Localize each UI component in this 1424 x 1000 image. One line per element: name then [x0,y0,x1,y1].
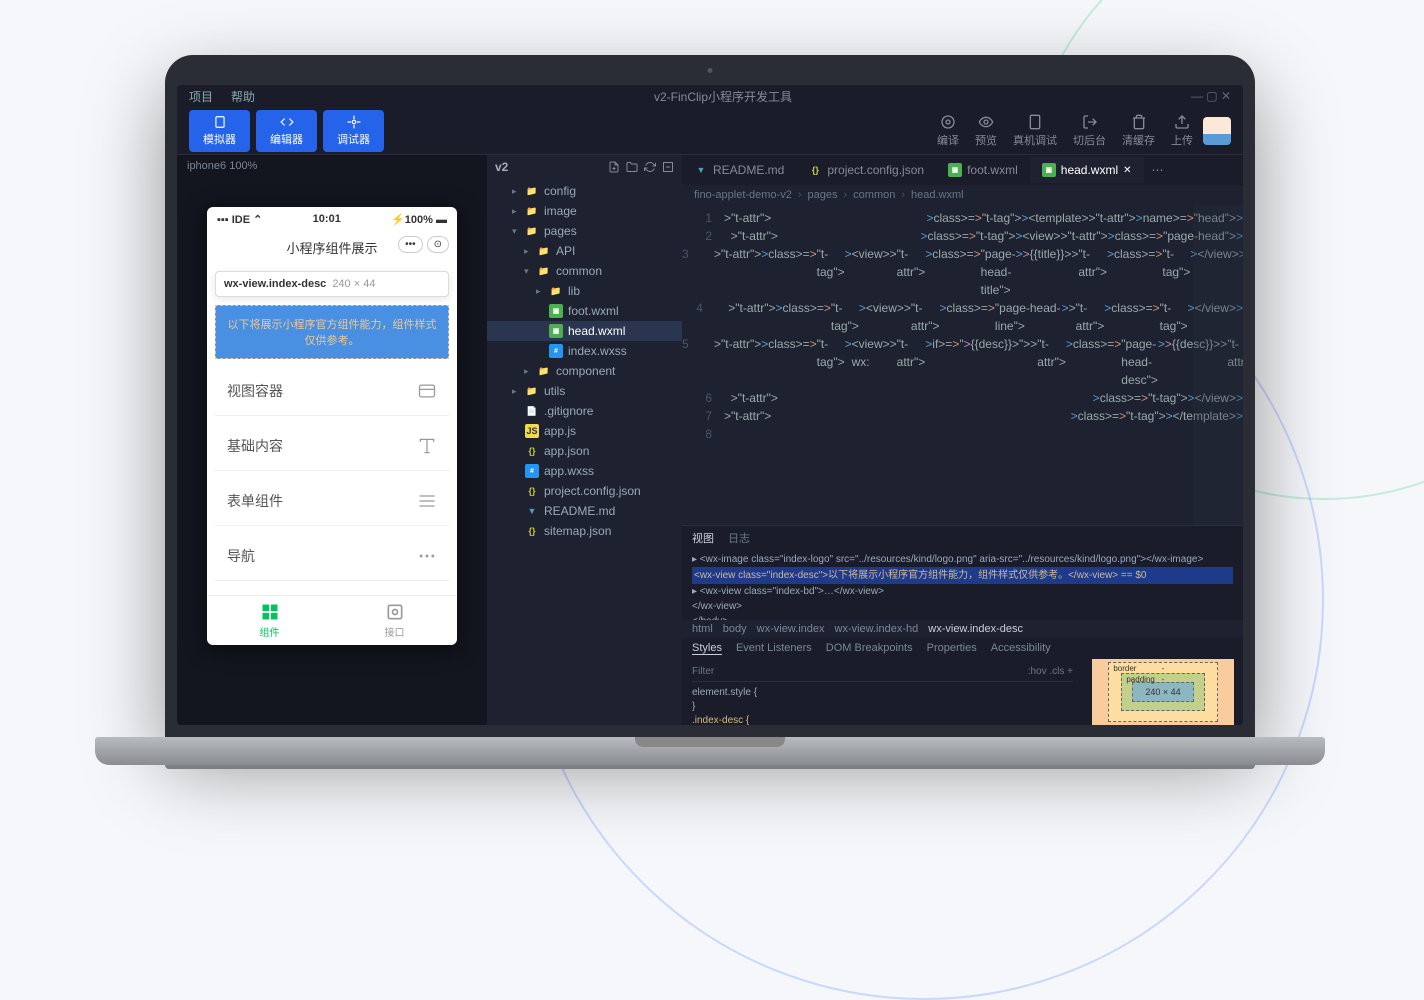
path-segment[interactable]: body [723,623,747,635]
window-title: v2-FinClip小程序开发工具 [654,88,792,105]
devtools-tab-DOM Breakpoints[interactable]: DOM Breakpoints [826,642,913,655]
path-segment[interactable]: wx-view.index-hd [835,623,919,635]
tree-node-sitemap.json[interactable]: {}sitemap.json [487,521,682,541]
window-controls[interactable]: — ▢ ✕ [1191,89,1231,103]
tree-node-README.md[interactable]: ▼README.md [487,501,682,521]
code-editor: ▼README.md{}project.config.json▣foot.wxm… [682,155,1243,725]
action-真机调试[interactable]: 真机调试 [1013,114,1057,148]
selected-element[interactable]: 以下将展示小程序官方组件能力，组件样式仅供参考。 [215,305,449,359]
ide-window: 项目 帮助 v2-FinClip小程序开发工具 — ▢ ✕ 模拟器编辑器调试器 … [177,85,1243,725]
laptop-frame: 项目 帮助 v2-FinClip小程序开发工具 — ▢ ✕ 模拟器编辑器调试器 … [165,55,1255,785]
tree-node-utils[interactable]: ▸📁utils [487,381,682,401]
simulator-device-label: iphone6 100% [177,155,487,177]
editor-tab-README.md[interactable]: ▼README.md [682,157,796,183]
capsule-menu-icon[interactable]: ••• [398,236,423,253]
devtools-tab-Accessibility[interactable]: Accessibility [991,642,1051,655]
status-battery: ⚡100% ▬ [391,213,447,226]
inspector-tooltip: wx-view.index-desc240 × 44 [215,271,449,297]
tree-node-lib[interactable]: ▸📁lib [487,281,682,301]
new-file-icon[interactable] [608,161,620,173]
menu-bar: 项目 帮助 v2-FinClip小程序开发工具 — ▢ ✕ [177,85,1243,107]
breadcrumb[interactable]: fino-applet-demo-v2›pages›common›head.wx… [682,185,1243,205]
tree-node-index.wxss[interactable]: #index.wxss [487,341,682,361]
tree-node-component[interactable]: ▸📁component [487,361,682,381]
tab-overflow-icon[interactable]: ⋯ [1144,163,1172,177]
path-segment[interactable]: wx-view.index-desc [928,623,1023,635]
card-item-3[interactable]: 导航 [215,532,449,581]
card-item-0[interactable]: 视图容器 [215,367,449,416]
tree-node-common[interactable]: ▾📁common [487,261,682,281]
capsule-close-icon[interactable]: ⊙ [427,236,449,253]
card-item-2[interactable]: 表单组件 [215,477,449,526]
tree-node-pages[interactable]: ▾📁pages [487,221,682,241]
tree-node-config[interactable]: ▸📁config [487,181,682,201]
elements-tree[interactable]: ▸ <wx-image class="index-logo" src="../r… [682,550,1243,620]
styles-filter-input[interactable]: Filter [692,665,714,679]
refresh-icon[interactable] [644,161,656,173]
page-title: 小程序组件展示 [286,241,377,256]
path-segment[interactable]: html [692,623,713,635]
action-预览[interactable]: 预览 [975,114,997,148]
file-explorer: v2 ▸📁config▸📁image▾📁pages▸📁API▾📁common▸📁… [487,155,682,725]
tab-api[interactable]: 接口 [332,596,457,645]
tab-components[interactable]: 组件 [207,596,332,645]
action-编译[interactable]: 编译 [937,114,959,148]
styles-filter-actions[interactable]: :hov .cls + [1028,665,1073,679]
collapse-icon[interactable] [662,161,674,173]
action-切后台[interactable]: 切后台 [1073,114,1106,148]
minimap[interactable] [1193,205,1243,525]
editor-tab-project.config.json[interactable]: {}project.config.json [796,157,936,183]
editor-tab-foot.wxml[interactable]: ▣foot.wxml [936,157,1030,183]
devtools-tab-Properties[interactable]: Properties [927,642,977,655]
menu-project[interactable]: 项目 [189,88,213,105]
tree-node-API[interactable]: ▸📁API [487,241,682,261]
mode-button-0[interactable]: 模拟器 [189,110,250,152]
tree-node-project.config.json[interactable]: {}project.config.json [487,481,682,501]
close-tab-icon[interactable]: ✕ [1123,165,1131,176]
box-model: margin 10 border - padding - 240 × 4 [1083,659,1243,725]
simulator-panel: iphone6 100% ▪▪▪ IDE ⌃ 10:01 ⚡100% ▬ 小程序… [177,155,487,725]
tree-node-app.json[interactable]: {}app.json [487,441,682,461]
tree-node-image[interactable]: ▸📁image [487,201,682,221]
toolbar: 模拟器编辑器调试器 编译预览真机调试切后台清缓存上传 [177,107,1243,155]
devtools-mode-视图[interactable]: 视图 [692,530,714,546]
status-time: 10:01 [313,213,341,226]
editor-tab-head.wxml[interactable]: ▣head.wxml✕ [1030,157,1144,183]
mode-button-2[interactable]: 调试器 [323,110,384,152]
card-item-1[interactable]: 基础内容 [215,422,449,471]
action-清缓存[interactable]: 清缓存 [1122,114,1155,148]
user-avatar[interactable] [1203,117,1231,145]
devtools-mode-日志[interactable]: 日志 [728,530,750,546]
mode-button-1[interactable]: 编辑器 [256,110,317,152]
dom-path[interactable]: html body wx-view.index wx-view.index-hd wx-… [682,620,1243,638]
explorer-root[interactable]: v2 [495,160,508,174]
devtools-tab-Event Listeners[interactable]: Event Listeners [736,642,812,655]
action-上传[interactable]: 上传 [1171,114,1193,148]
tree-node-head.wxml[interactable]: ▣head.wxml [487,321,682,341]
devtools-tab-Styles[interactable]: Styles [692,642,722,655]
new-folder-icon[interactable] [626,161,638,173]
tree-node-app.js[interactable]: JSapp.js [487,421,682,441]
tree-node-.gitignore[interactable]: 📄.gitignore [487,401,682,421]
status-carrier: ▪▪▪ IDE ⌃ [217,213,262,226]
code-area[interactable]: 1>"t-attr">>class>=>"t-tag">><template> … [682,205,1243,525]
path-segment[interactable]: wx-view.index [757,623,825,635]
devtools-panel: 视图日志 ▸ <wx-image class="index-logo" src=… [682,525,1243,725]
tree-node-foot.wxml[interactable]: ▣foot.wxml [487,301,682,321]
menu-help[interactable]: 帮助 [231,88,255,105]
phone-simulator[interactable]: ▪▪▪ IDE ⌃ 10:01 ⚡100% ▬ 小程序组件展示 •••⊙ wx-… [207,207,457,645]
styles-pane[interactable]: Filter :hov .cls + element.style {}.inde… [682,659,1083,725]
tree-node-app.wxss[interactable]: #app.wxss [487,461,682,481]
